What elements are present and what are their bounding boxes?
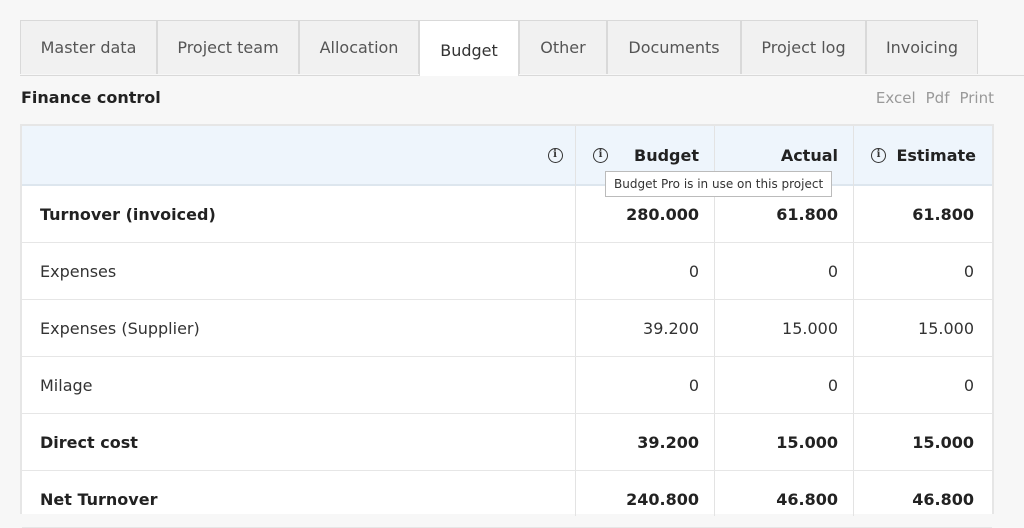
- header-label-cell: i: [540, 126, 570, 184]
- actual-value: 15.000: [782, 319, 838, 338]
- estimate-value: 0: [963, 376, 974, 395]
- tab-other[interactable]: Other: [519, 20, 607, 74]
- estimate-info-icon[interactable]: i: [871, 147, 886, 163]
- budget-value: 39.200: [637, 433, 699, 452]
- row-label: Direct cost: [40, 433, 138, 452]
- table-header-row: i i Budget Actual i Estimate: [22, 126, 992, 186]
- budget-info-icon[interactable]: i: [593, 147, 608, 163]
- export-excel-link[interactable]: Excel: [876, 89, 916, 107]
- row-label: Turnover (invoiced): [40, 205, 216, 224]
- section-title: Finance control: [21, 88, 161, 107]
- actual-value: 0: [827, 262, 838, 281]
- header-budget: Budget: [634, 145, 699, 165]
- estimate-value: 15.000: [912, 433, 974, 452]
- tab-project-log[interactable]: Project log: [741, 20, 866, 74]
- tab-project-team[interactable]: Project team: [157, 20, 299, 74]
- budget-value: 39.200: [643, 319, 699, 338]
- print-link[interactable]: Print: [959, 89, 994, 107]
- estimate-value: 61.800: [912, 205, 974, 224]
- tab-allocation[interactable]: Allocation: [299, 20, 419, 74]
- estimate-value: 46.800: [912, 490, 974, 509]
- table-row: Milage 0 0 0: [22, 357, 992, 414]
- budget-tooltip: Budget Pro is in use on this project: [605, 171, 833, 197]
- actual-value: 0: [827, 376, 838, 395]
- tab-documents[interactable]: Documents: [607, 20, 741, 74]
- row-label: Expenses: [40, 262, 117, 281]
- tab-bar: Master data Project team Allocation Budg…: [20, 20, 1024, 76]
- tab-invoicing[interactable]: Invoicing: [866, 20, 978, 74]
- budget-value: 240.800: [626, 490, 699, 509]
- budget-value: 0: [688, 376, 699, 395]
- table-row: Turnover (invoiced) 280.000 61.800 61.80…: [22, 186, 992, 243]
- actual-value: 15.000: [776, 433, 838, 452]
- estimate-value: 15.000: [918, 319, 974, 338]
- table-row: Net Turnover 240.800 46.800 46.800: [22, 471, 992, 528]
- actual-value: 46.800: [776, 490, 838, 509]
- info-icon[interactable]: i: [547, 147, 563, 163]
- header-actual: Actual: [780, 145, 838, 165]
- row-label: Net Turnover: [40, 490, 158, 509]
- finance-table: i i Budget Actual i Estimate Turnover (i…: [20, 124, 994, 528]
- export-links: Excel Pdf Print: [876, 89, 994, 107]
- row-label: Milage: [40, 376, 93, 395]
- table-row: Expenses 0 0 0: [22, 243, 992, 300]
- header-estimate-cell: i Estimate: [855, 126, 992, 184]
- tab-master-data[interactable]: Master data: [20, 20, 157, 74]
- header-estimate: Estimate: [896, 145, 976, 165]
- export-pdf-link[interactable]: Pdf: [926, 89, 950, 107]
- row-label: Expenses (Supplier): [40, 319, 200, 338]
- estimate-value: 0: [963, 262, 974, 281]
- table-row: Direct cost 39.200 15.000 15.000: [22, 414, 992, 471]
- budget-value: 0: [688, 262, 699, 281]
- tab-budget[interactable]: Budget: [419, 20, 519, 76]
- table-row: Expenses (Supplier) 39.200 15.000 15.000: [22, 300, 992, 357]
